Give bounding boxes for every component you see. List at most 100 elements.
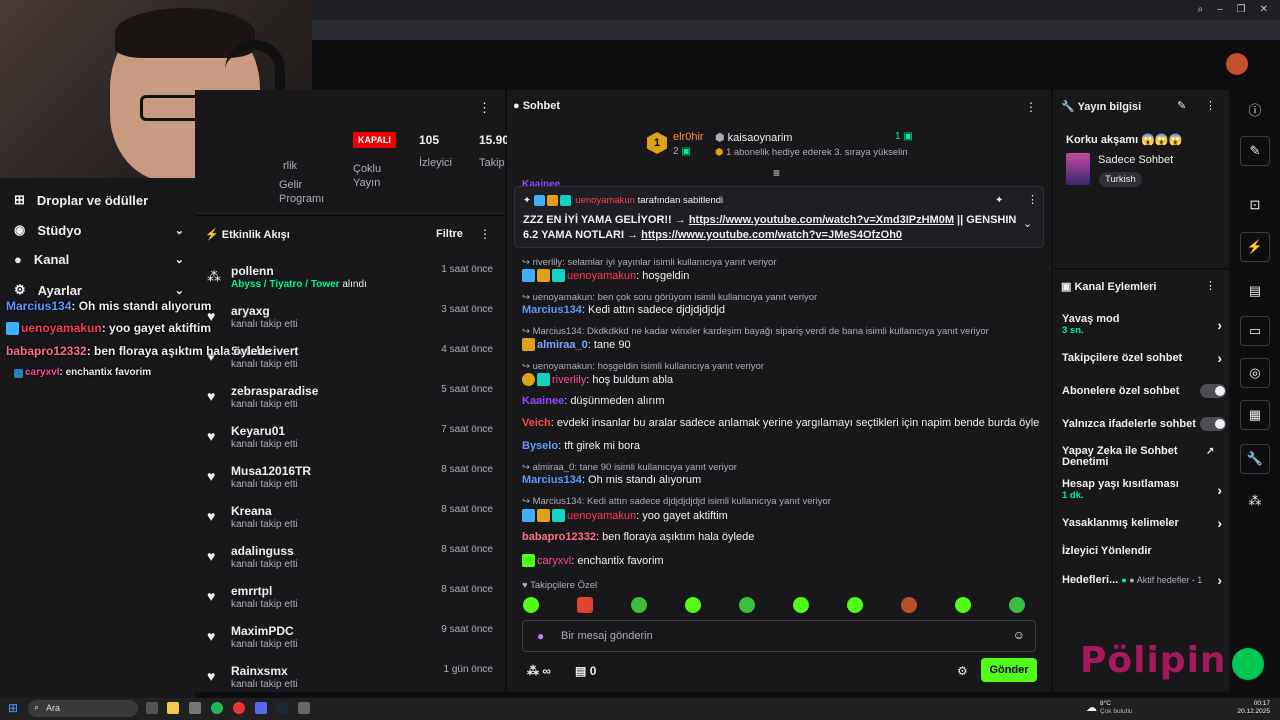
pinned-link[interactable]: https://www.youtube.com/watch?v=Xmd3IPzH… (689, 214, 954, 226)
emote-only-row[interactable]: Yalnızca ifadelerle sohbet (1062, 417, 1226, 431)
ai-moderation-row[interactable]: Yapay Zeka ile Sohbet Denetimi ↗ (1062, 446, 1214, 468)
list-item[interactable]: ♥ zebrasparadise kanalı takip etti 5 saa… (195, 378, 505, 418)
coins-icon[interactable]: ⁂ (1240, 486, 1270, 516)
category-name[interactable]: Sadece Sohbet (1098, 154, 1173, 166)
list-item[interactable]: ♥ Kreana kanalı takip etti 8 saat önce (195, 498, 505, 538)
search-icon[interactable]: ⌕ (1197, 4, 1203, 15)
account-age-row[interactable]: Hesap yaşı kısıtlaması 1 dk. › (1062, 478, 1222, 501)
chat-icon[interactable]: ▭ (1240, 316, 1270, 346)
slow-mode-row[interactable]: Yavaş mod 3 sn. › (1062, 313, 1222, 336)
emote-icon[interactable] (523, 597, 539, 613)
gifter-user[interactable]: ⬢ kaisaoynarim (715, 131, 792, 144)
menu-settings[interactable]: ⚙ Ayarlar ⌄ (14, 282, 184, 298)
info-icon[interactable]: ⓘ (1240, 94, 1270, 124)
discord-icon[interactable] (255, 702, 267, 714)
menu-channel[interactable]: ● Kanal ⌄ (14, 252, 184, 267)
send-button[interactable]: Gönder (981, 658, 1037, 682)
address-bar[interactable] (312, 20, 1280, 51)
mic-icon[interactable]: ● (537, 629, 544, 643)
list-item[interactable]: ♥ Musa12016TR kanalı takip etti 8 saat ö… (195, 458, 505, 498)
emote-icon[interactable] (847, 597, 863, 613)
steam-icon[interactable] (276, 702, 288, 714)
maximize-icon[interactable]: ❐ (1237, 4, 1246, 15)
menu-drops[interactable]: ⊞ Droplar ve ödüller (14, 192, 184, 208)
pin-icon[interactable]: ✦ (995, 195, 1003, 206)
opera-icon[interactable] (233, 702, 245, 714)
points-display[interactable]: ⁂ ∞ (527, 664, 551, 678)
list-item[interactable]: ⁂ pollenn Abyss / Tiyatro / Tower alındı… (195, 258, 505, 298)
emote-icon[interactable] (577, 597, 593, 613)
tag-badge[interactable]: Turkish (1099, 172, 1142, 187)
list-item[interactable]: ♥ Keyaru01 kanalı takip etti 7 saat önce (195, 418, 505, 458)
chevron-down-icon[interactable]: ⌄ (1023, 217, 1032, 230)
emote-icon[interactable] (1009, 597, 1025, 613)
broadcast-icon[interactable]: ◎ (1240, 358, 1270, 388)
edit-icon[interactable]: ✎ (1240, 136, 1270, 166)
list-item[interactable]: ♥ adalinguss kanalı takip etti 8 saat ön… (195, 538, 505, 578)
pinned-message[interactable]: ✦ uenoyamakun tarafından sabitlendi ✦ ⋮ … (514, 186, 1044, 248)
layout-icon[interactable]: ▦ (1240, 400, 1270, 430)
chat-message[interactable]: Marcius134: Kedi attın sadece djdjdjdjdj… (522, 304, 725, 316)
chat-input[interactable]: ● Bir mesaj gönderin ☺ (522, 620, 1036, 652)
more-icon[interactable]: ⋮ (1027, 193, 1038, 206)
document-icon[interactable]: ▤ (1240, 276, 1270, 306)
chat-message[interactable]: uenoyamakun: hoşgeldin (522, 269, 689, 282)
collapse-icon[interactable]: ≡ (773, 166, 780, 180)
emote-icon[interactable] (793, 597, 809, 613)
chat-message[interactable]: riverlily: hoş buldum abla (522, 373, 673, 386)
emote-icon[interactable] (631, 597, 647, 613)
more-icon[interactable]: ⋮ (1205, 279, 1216, 292)
chat-message[interactable]: babapro12332: ben floraya aşıktım hala ö… (522, 531, 754, 543)
app-icon[interactable] (298, 702, 310, 714)
list-item[interactable]: ♥ MaximPDC kanalı takip etti 9 saat önce (195, 618, 505, 658)
banned-words-row[interactable]: Yasaklanmış kelimeler › (1062, 515, 1222, 531)
leader-user[interactable]: elr0hir (673, 131, 704, 143)
menu-studio[interactable]: ◉ Stüdyo ⌄ (14, 222, 184, 238)
goals-row[interactable]: Hedefleri... ● ● Aktif hedefler - 1 › (1062, 572, 1222, 588)
windows-start-icon[interactable]: ⊞ (8, 701, 18, 715)
more-icon[interactable]: ⋮ (1205, 99, 1216, 112)
support-chat-icon[interactable] (1232, 648, 1264, 680)
list-item[interactable]: ♥ aryaxg kanalı takip etti 3 saat önce (195, 298, 505, 338)
emote-icon[interactable] (685, 597, 701, 613)
raid-row[interactable]: İzleyici Yönlendir (1062, 545, 1222, 557)
wrench-icon[interactable]: 🔧 (1240, 444, 1270, 474)
chat-message[interactable]: uenoyamakun: yoo gayet aktiftim (522, 509, 728, 522)
spotify-icon[interactable] (211, 702, 223, 714)
list-item[interactable]: ♥ Rainxsmx kanalı takip etti 1 gün önce (195, 658, 505, 698)
folder-icon[interactable] (167, 702, 179, 714)
chat-message[interactable]: Veich: evdeki insanlar bu aralar sadece … (522, 417, 1039, 429)
capture-icon[interactable]: ⊡ (1240, 190, 1270, 220)
close-icon[interactable]: ✕ (1260, 4, 1268, 15)
more-icon[interactable]: ⋮ (478, 100, 491, 116)
subscribers-only-toggle[interactable] (1200, 384, 1226, 398)
chat-message[interactable]: almiraa_0: tane 90 (522, 338, 631, 351)
more-icon[interactable]: ⋮ (479, 227, 491, 241)
filter-button[interactable]: Filtre (436, 228, 463, 240)
list-item[interactable]: ♥ emrrtpl kanalı takip etti 8 saat önce (195, 578, 505, 618)
chat-message[interactable]: Byselo: tft girek mi bora (522, 440, 640, 452)
pinned-link[interactable]: https://www.youtube.com/watch?v=JMeS4Ofz… (641, 229, 902, 241)
minimize-icon[interactable]: – (1217, 4, 1223, 15)
gear-icon[interactable]: ⚙ (957, 664, 968, 678)
emote-icon[interactable] (955, 597, 971, 613)
app-icon[interactable] (189, 702, 201, 714)
lightning-icon[interactable]: ⚡ (1240, 232, 1270, 262)
more-icon[interactable]: ⋮ (1025, 100, 1037, 114)
emote-icon[interactable] (739, 597, 755, 613)
chat-message[interactable]: caryxvl: enchantix favorim (522, 554, 664, 567)
sub-count[interactable]: ▤ 0 (575, 664, 596, 678)
weather-widget[interactable]: 8°C Çok bulutlu (1100, 700, 1133, 716)
edit-icon[interactable]: ✎ (1177, 99, 1186, 112)
emoji-icon[interactable]: ☺ (1013, 628, 1025, 642)
avatar[interactable] (1226, 53, 1248, 75)
chat-message[interactable]: Kaainee: düşünmeden alırım (522, 395, 664, 407)
taskbar-search[interactable]: ⌕ Ara (28, 700, 138, 717)
subscribers-only-row[interactable]: Abonelere özel sohbet (1062, 384, 1226, 398)
emote-only-toggle[interactable] (1200, 417, 1226, 431)
clock[interactable]: 00:17 20.12.2025 (1237, 700, 1270, 716)
emote-icon[interactable] (901, 597, 917, 613)
chat-message[interactable]: Marcius134: Oh mis standı alıyorum (522, 474, 701, 486)
task-view-icon[interactable] (146, 702, 158, 714)
followers-only-row[interactable]: Takipçilere özel sohbet › (1062, 350, 1222, 366)
